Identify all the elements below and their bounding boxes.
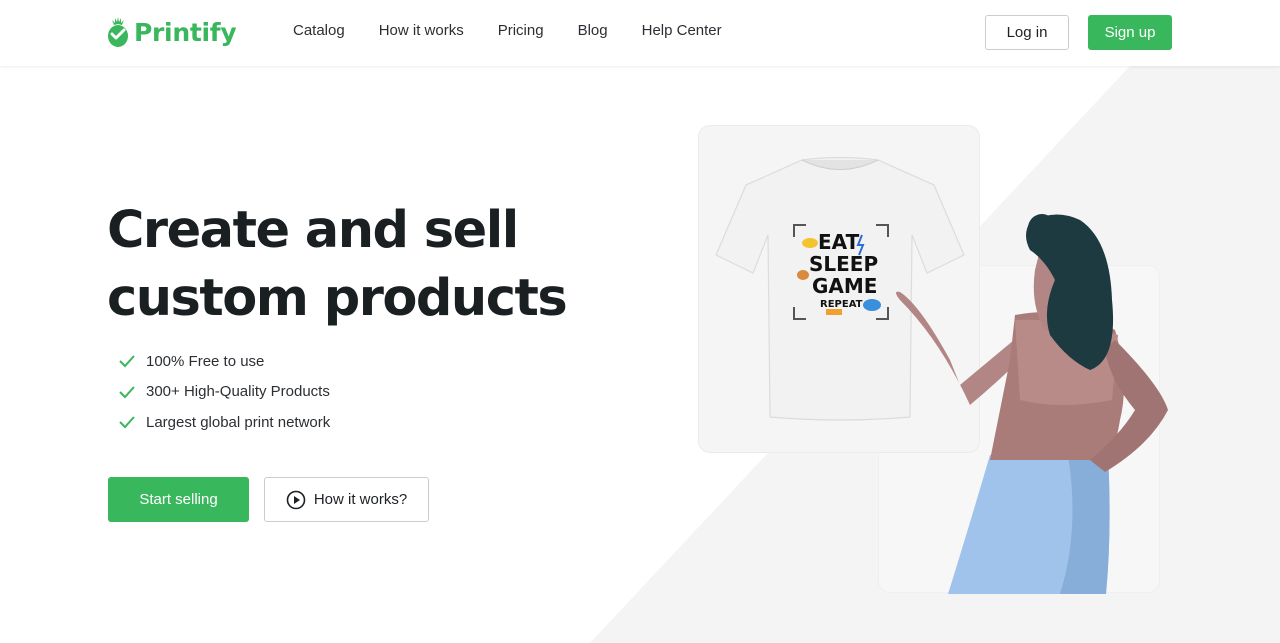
feature-item: Largest global print network: [118, 407, 330, 438]
login-button[interactable]: Log in: [985, 15, 1069, 50]
play-circle-icon: [286, 490, 306, 509]
print-line: GAME: [812, 274, 877, 298]
signup-button[interactable]: Sign up: [1088, 15, 1172, 50]
feature-list: 100% Free to use 300+ High-Quality Produ…: [118, 346, 330, 438]
feature-label: Largest global print network: [146, 413, 331, 431]
brand-logo[interactable]: Printify: [106, 14, 237, 50]
feature-item: 300+ High-Quality Products: [118, 377, 330, 408]
nav-item-blog[interactable]: Blog: [578, 22, 608, 39]
pineapple-logo-icon: [108, 17, 128, 47]
controller-icon: [863, 299, 881, 311]
how-it-works-button[interactable]: How it works?: [264, 477, 429, 522]
nav-item-pricing[interactable]: Pricing: [498, 22, 544, 39]
feature-label: 300+ High-Quality Products: [146, 383, 330, 401]
woman-pointing-illustration: [896, 214, 1168, 594]
print-line: REPEAT: [820, 299, 863, 310]
hero-title-line-1: Create and sell: [107, 201, 519, 260]
nav-item-help-center[interactable]: Help Center: [642, 22, 722, 39]
site-header: Printify Catalog How it works Pricing Bl…: [0, 0, 1280, 66]
nav-item-catalog[interactable]: Catalog: [293, 22, 345, 39]
feature-label: 100% Free to use: [146, 352, 265, 370]
main-nav: Catalog How it works Pricing Blog Help C…: [293, 22, 722, 39]
how-it-works-label: How it works?: [313, 491, 408, 508]
hero-title: Create and sell custom products: [107, 197, 667, 333]
hero-title-line-2: custom products: [107, 269, 568, 328]
checkmark-icon: [119, 355, 135, 368]
brand-name: Printify: [134, 17, 237, 47]
badge-icon: [826, 309, 842, 315]
burger-icon: [797, 270, 809, 280]
nav-item-how-it-works[interactable]: How it works: [379, 22, 464, 39]
gamepad-icon: [802, 238, 818, 248]
print-line: SLEEP: [809, 252, 878, 276]
print-line: EAT: [818, 230, 860, 254]
checkmark-icon: [119, 386, 135, 399]
feature-item: 100% Free to use: [118, 346, 330, 377]
checkmark-icon: [119, 416, 135, 429]
start-selling-button[interactable]: Start selling: [108, 477, 249, 522]
